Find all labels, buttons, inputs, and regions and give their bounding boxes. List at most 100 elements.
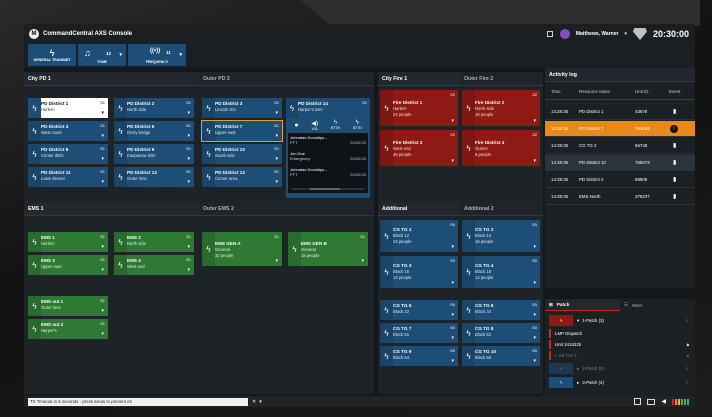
table-row[interactable]: 14:28:35 PD District 7 763004 !: [545, 121, 695, 137]
tile-ems-gen-a[interactable]: ϟ EMS GEN A General 32 people S1 ▾: [202, 232, 282, 266]
chevron-down-icon[interactable]: ▾: [533, 118, 536, 124]
tile-pd-district-14[interactable]: ϟ PD District 14 Harper's Den S1 ● ◀︎) VOL …: [286, 98, 370, 198]
chevron-down-icon[interactable]: ▾: [101, 156, 104, 162]
tile-cg-tg-10[interactable]: ϟ CG TG 10 Block 56 S0 ▾: [462, 346, 540, 366]
chevron-down-icon[interactable]: ▾: [451, 244, 454, 250]
chevron-down-icon[interactable]: ▾: [275, 179, 278, 185]
tile-cg-tg-7[interactable]: ϟ CG TG 7 Block 51 S0 ▾: [380, 323, 458, 343]
tile-ems-gen-b[interactable]: ϟ EMS GEN B General 15 people S1 ▾: [288, 232, 368, 266]
tile-cg-tg-9[interactable]: ϟ CG TG 9 Block 54 S0 ▾: [380, 346, 458, 366]
scrollbar[interactable]: [292, 188, 364, 190]
alert-icon[interactable]: ●: [294, 122, 298, 129]
close-icon[interactable]: ✕: [252, 399, 256, 405]
more-icon[interactable]: ⋮: [685, 380, 689, 386]
chevron-down-icon[interactable]: ▾: [187, 179, 190, 185]
chevron-down-icon[interactable]: ▾: [451, 280, 454, 286]
chevron-down-icon[interactable]: ▾: [187, 110, 190, 116]
grid-icon[interactable]: [634, 398, 642, 405]
pin-icon[interactable]: [546, 30, 554, 38]
chevron-down-icon[interactable]: ▾: [451, 358, 454, 364]
table-row[interactable]: 14:28:35 PD District 1 43678 ▮: [545, 104, 695, 120]
chevron-down-icon[interactable]: ▾: [101, 179, 104, 185]
tile-pd-district-10[interactable]: ϟ PD District 10 South side S1 ▾: [202, 144, 282, 164]
tile-cg-tg-6[interactable]: ϟ CG TG 6 Block 34 S0 ▾: [462, 300, 540, 320]
tab-outer-fire2[interactable]: Outer Fire 2: [460, 72, 543, 86]
chevron-down-icon[interactable]: ▾: [533, 158, 536, 164]
chevron-down-icon[interactable]: ▾: [275, 133, 278, 139]
chevron-down-icon[interactable]: ▾: [533, 280, 536, 286]
tab-additional2[interactable]: Additional 2: [460, 202, 543, 216]
general-transmit-button[interactable]: ϟ GENERAL TRANSMIT: [28, 44, 76, 66]
tile-ems-2[interactable]: ϟ EMS 2 North side S1 ▾: [114, 232, 194, 252]
tile-cg-tg-1[interactable]: ϟ CG TG 1 Block 12 23 people S0 ▾: [380, 220, 458, 252]
chevron-down-icon[interactable]: ▾: [361, 258, 364, 264]
tile-cg-tg-3[interactable]: ϟ CG TG 3 Block 16 14 people S0 ▾: [380, 256, 458, 288]
patch-1-row[interactable]: ϟ ▾ 1-Patch (3) ⋮: [549, 315, 689, 326]
tab-city-pd1[interactable]: City PD 1: [24, 72, 199, 86]
chevron-down-icon[interactable]: ▾: [275, 110, 278, 116]
frequency-button[interactable]: ((•)) 11 FREQUENCY ▾: [128, 44, 186, 66]
user-name[interactable]: Matthews, Warner: [576, 31, 619, 37]
tile-ems-1[interactable]: ϟ EMS 1 Harlem S1 ▾: [28, 232, 108, 252]
tile-fire-district-1[interactable]: ϟ Fire District 1 Harlem 24 people S2 ▾: [380, 90, 458, 126]
tile-pd-district-4[interactable]: ϟ PD District 4 West coast S1 ▾: [28, 121, 108, 141]
tile-pd-district-1[interactable]: ϟ PD District 1 Harlem S1 ▾: [28, 98, 108, 118]
table-row[interactable]: 14:28:35 CG TG 2 56748 ▮: [545, 138, 695, 154]
tile-pd-district-6[interactable]: ϟ PD District 6 Gerry bridge S1 ▾: [114, 121, 194, 141]
tile-pd-district-9[interactable]: ϟ PD District 9 Kaspanow tnltn S1 ▾: [114, 144, 194, 164]
patch-2-row[interactable]: ϟ ▸ 2-Patch (0) ⋮: [549, 363, 689, 374]
tab-outer-ems2[interactable]: Outer EMS 2: [199, 202, 374, 216]
tile-pd-district-2[interactable]: ϟ PD District 2 North side S1 ▾: [114, 98, 194, 118]
tile-cg-tg-4[interactable]: ϟ CG TG 4 Block 18 12 people S0 ▾: [462, 256, 540, 288]
chevron-down-icon[interactable]: ▾: [624, 31, 627, 37]
tab-outer-pd2[interactable]: Outer PD 2: [199, 72, 374, 86]
tile-cg-tg-2[interactable]: ϟ CG TG 2 Block 14 15 people S0 ▾: [462, 220, 540, 252]
tile-cg-tg-5[interactable]: ϟ CG TG 5 Block 22 S0 ▾: [380, 300, 458, 320]
chevron-down-icon[interactable]: ▾: [451, 158, 454, 164]
tile-pd-district-13[interactable]: ϟ PD District 13 Corner area S1 ▾: [202, 167, 282, 187]
chevron-down-icon[interactable]: ▾: [533, 244, 536, 250]
chevron-down-icon[interactable]: ▾: [451, 312, 454, 318]
table-row[interactable]: 14:28:35 PD District 10 769273 ▮: [545, 155, 695, 171]
chevron-down-icon[interactable]: ▾: [533, 335, 536, 341]
chevron-down-icon[interactable]: ▾: [187, 244, 190, 250]
chevron-down-icon[interactable]: ▾: [275, 258, 278, 264]
chevron-down-icon[interactable]: ▾: [259, 399, 262, 405]
more-icon[interactable]: ⋮: [685, 318, 689, 324]
chevron-down-icon[interactable]: ▾: [533, 312, 536, 318]
button-2[interactable]: ϟ BTTN: [353, 120, 362, 130]
chevron-down-icon[interactable]: ▾: [275, 156, 278, 162]
tile-ems-3[interactable]: ϟ EMS 3 Upper east S1 ▾: [28, 255, 108, 275]
patch-3-row[interactable]: ϟ ▸ 3-Patch (2) ⋮: [549, 377, 689, 388]
chevron-down-icon[interactable]: ▾: [187, 133, 190, 139]
tile-fire-district-3[interactable]: ϟ Fire District 3 West end 45 people S2 ▾: [380, 130, 458, 166]
tab-city-fire1[interactable]: City Fire 1: [378, 72, 460, 86]
tile-pd-district-12[interactable]: ϟ PD District 12 Outer rims S1 ▾: [114, 167, 194, 187]
tile-pd-district-8[interactable]: ϟ PD District 8 Center ditch S1 ▾: [28, 144, 108, 164]
table-row[interactable]: 14:28:35 EMS North 379237 ▮: [545, 189, 695, 205]
tile-fire-district-4[interactable]: ϟ Fire District 4 Outers 6 people S2 ▾: [462, 130, 540, 166]
avatar[interactable]: [559, 29, 570, 39]
tab-ems1[interactable]: EMS 1: [24, 202, 199, 216]
tab-patch[interactable]: ⊞ Patch: [545, 299, 620, 311]
tile-ems-out-2[interactable]: ϟ EMS out 2 Harper's S1 ▾: [28, 319, 108, 339]
tile-pd-district-11[interactable]: ϟ PD District 11 Lowe denver S1 ▾: [28, 167, 108, 187]
chevron-down-icon[interactable]: ▾: [187, 156, 190, 162]
chevron-down-icon[interactable]: ▾: [187, 267, 190, 273]
tile-pd-district-7[interactable]: ϟ PD District 7 Upper east S1 ▾: [201, 120, 283, 142]
table-row[interactable]: 14:28:35 PD District 2 88909 ▮: [545, 172, 695, 188]
chevron-down-icon[interactable]: ▾: [101, 133, 104, 139]
tile-pd-district-3[interactable]: ϟ PD District 3 Lincoln Sct. S1 ▾: [202, 98, 282, 118]
tab-additional[interactable]: Additional: [378, 202, 460, 216]
tone-button[interactable]: ♫ 12 TONE ▾: [78, 44, 126, 66]
tile-ems-out-1[interactable]: ϟ EMS out 1 Outer rims S1 ▾: [28, 296, 108, 316]
monitor-icon[interactable]: [647, 398, 656, 405]
chevron-down-icon[interactable]: ▾: [101, 267, 104, 273]
more-icon[interactable]: ⋮: [685, 366, 689, 372]
chevron-down-icon[interactable]: ▾: [451, 118, 454, 124]
chevron-down-icon[interactable]: ▾: [533, 358, 536, 364]
button-1[interactable]: ϟ BTTN: [331, 120, 340, 130]
tile-cg-tg-8[interactable]: ϟ CG TG 8 Block 52 S0 ▾: [462, 323, 540, 343]
tile-fire-district-2[interactable]: ϟ Fire District 2 North side 16 people S2 ▾: [462, 90, 540, 126]
chevron-down-icon[interactable]: ▾: [451, 335, 454, 341]
